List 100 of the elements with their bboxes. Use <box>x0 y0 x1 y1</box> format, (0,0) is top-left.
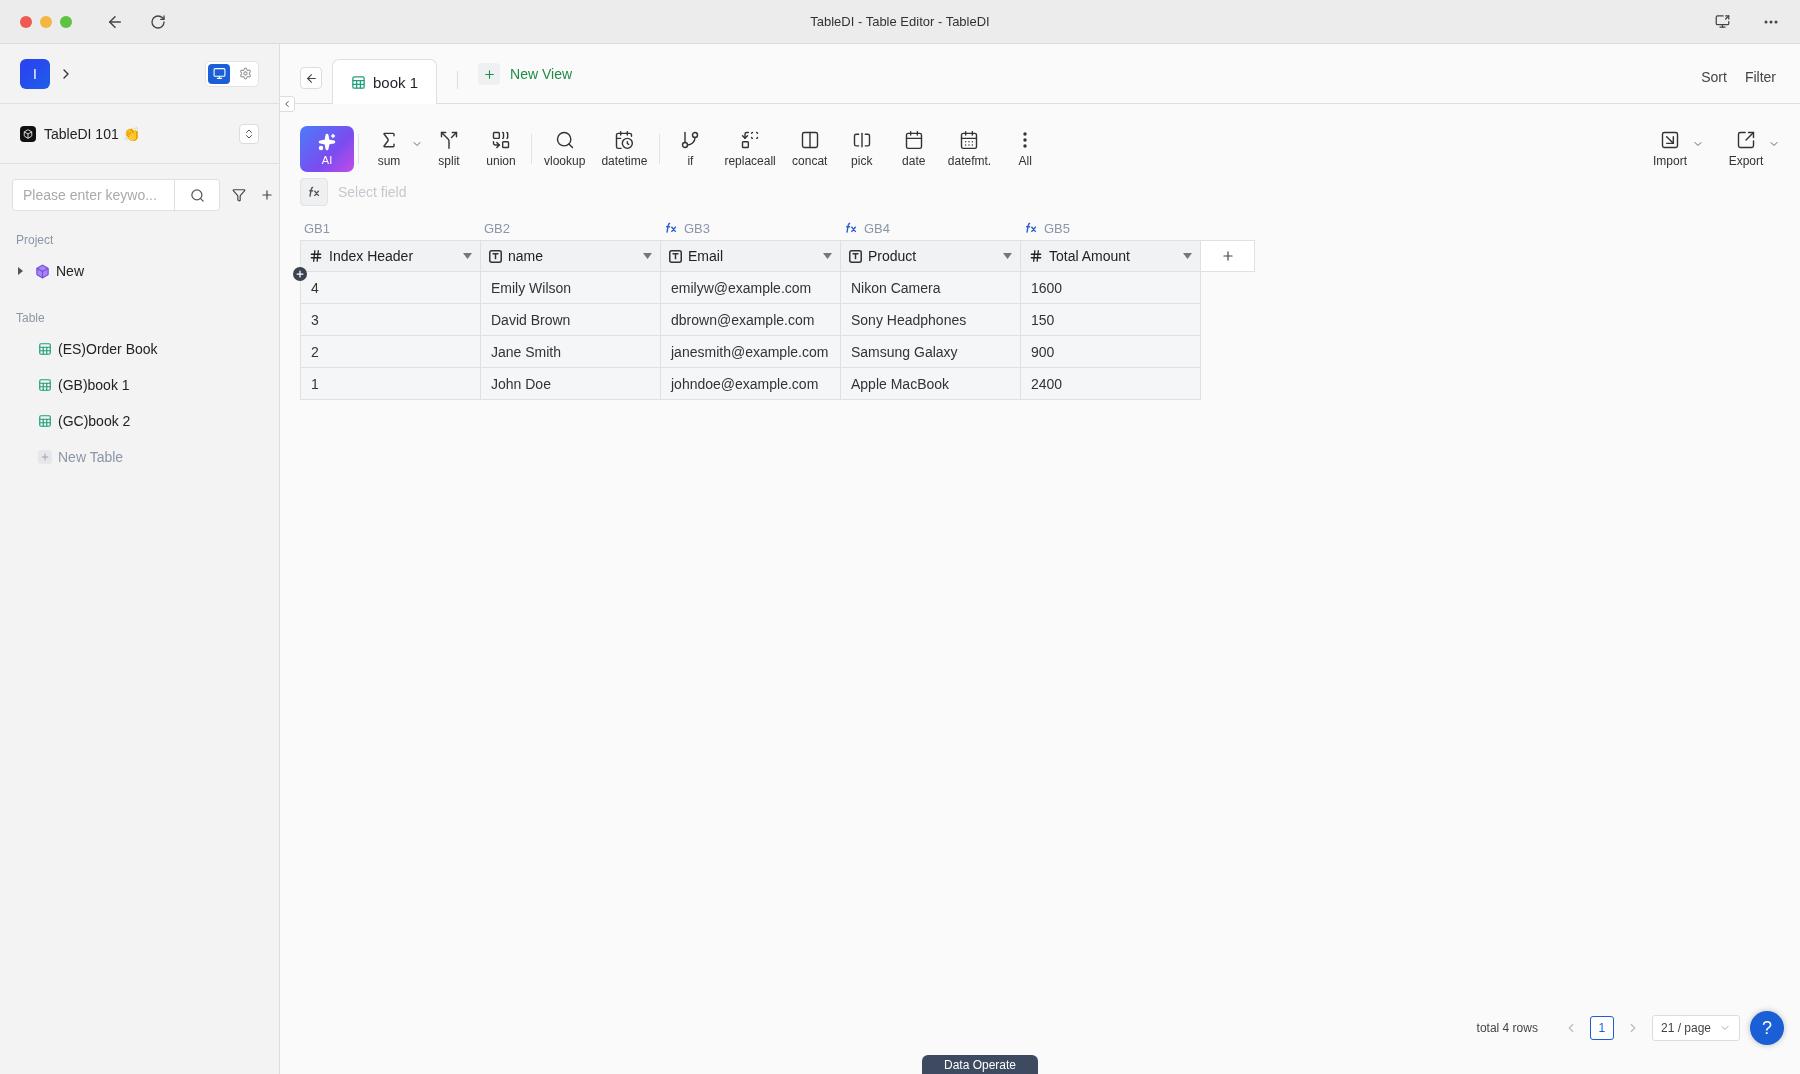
column-code: GB1 <box>304 220 330 236</box>
calendar-clock-icon <box>614 130 635 150</box>
table-cell: Emily Wilson <box>480 271 661 304</box>
monitor-icon <box>212 67 226 80</box>
column-header[interactable]: Total Amount <box>1020 240 1201 272</box>
column-title: Email <box>688 248 723 264</box>
screen-share-button[interactable] <box>1713 12 1732 31</box>
tab[interactable]: book 1 <box>332 59 438 104</box>
tool-button[interactable]: datetime <box>593 130 656 168</box>
back-button[interactable] <box>300 67 322 89</box>
more-icon <box>1764 19 1778 24</box>
tool-button[interactable]: date <box>887 130 940 168</box>
table-cell: Sony Headphones <box>840 303 1021 336</box>
search-field[interactable]: Please enter keywo... <box>13 180 174 210</box>
column-title: Product <box>868 248 917 264</box>
column-code: GB3 <box>684 220 710 236</box>
split-icon <box>439 130 459 150</box>
table-cell: Nikon Camera <box>840 271 1021 304</box>
table-cell: emilyw@example.com <box>660 271 841 304</box>
column-title: name <box>508 248 544 264</box>
project-name: TableDI 101 👏 <box>44 125 140 142</box>
filter-button[interactable] <box>230 186 248 204</box>
dropdown-icon[interactable] <box>643 253 652 259</box>
data-operate-tab[interactable]: Data Operate <box>921 1055 1038 1074</box>
tool-button[interactable]: All <box>999 130 1052 168</box>
table-icon <box>351 74 366 90</box>
new-view-button[interactable]: New View <box>478 63 573 85</box>
column-header[interactable]: Email <box>660 240 841 272</box>
table-cell: 150 <box>1020 303 1201 336</box>
window-title: TableDI - Table Editor - TableDI <box>810 14 990 29</box>
page-size-select[interactable]: 21 / page <box>1651 1015 1740 1041</box>
tool-button[interactable]: datefmt. <box>939 130 1000 168</box>
chevron-left-icon <box>282 99 292 109</box>
import-icon <box>1660 130 1680 150</box>
table-cell: Apple MacBook <box>840 367 1021 400</box>
arrow-left-icon <box>304 71 318 85</box>
settings-icon <box>238 67 252 80</box>
expand-caret-icon[interactable] <box>18 267 23 275</box>
column-header[interactable]: Product <box>840 240 1021 272</box>
dropdown-icon[interactable] <box>1183 253 1192 259</box>
branch-icon <box>680 130 701 150</box>
table-cell: janesmith@example.com <box>660 335 841 368</box>
table-cell: 1 <box>300 367 481 400</box>
page-button[interactable]: 1 <box>1589 1016 1614 1040</box>
table-cell: 4 <box>300 271 481 304</box>
project-switch-button[interactable] <box>239 123 259 144</box>
reload-icon <box>150 13 166 30</box>
import-button[interactable]: Import <box>1644 130 1696 168</box>
cube-icon <box>35 263 50 279</box>
table-cell: John Doe <box>480 367 661 400</box>
workspace-logo[interactable]: I <box>20 58 50 89</box>
column-header[interactable]: name <box>480 240 661 272</box>
screen-icon <box>1715 14 1730 29</box>
dropdown-icon[interactable] <box>1003 253 1012 259</box>
up-down-icon <box>243 127 255 140</box>
table-icon <box>38 378 52 392</box>
tool-button[interactable]: pick <box>835 130 888 168</box>
columns-icon <box>799 130 820 150</box>
table-cell: 900 <box>1020 335 1201 368</box>
row-count: total 4 rows <box>1476 1021 1538 1035</box>
column-title: Index Header <box>329 248 414 264</box>
column-header[interactable]: Index Header <box>300 240 481 272</box>
dropdown-icon[interactable] <box>463 253 472 259</box>
combine-icon <box>491 130 511 150</box>
monitor-button[interactable] <box>208 63 230 84</box>
search-icon <box>554 130 575 150</box>
tool-button[interactable]: sum <box>363 130 415 168</box>
tool-button[interactable]: split <box>423 130 475 168</box>
export-button[interactable]: Export <box>1720 130 1772 168</box>
plus-icon <box>260 188 274 202</box>
add-row-button[interactable] <box>293 267 307 281</box>
column-code: GB2 <box>484 220 510 236</box>
sidebar-item[interactable]: (GB)book 1 <box>58 377 130 393</box>
close-window-button[interactable] <box>20 15 32 28</box>
sidebar-item[interactable]: (ES)Order Book <box>58 341 158 357</box>
sidebar-item[interactable]: New <box>56 263 84 279</box>
table-icon <box>38 414 52 428</box>
search-box[interactable]: Please enter keywo... <box>12 179 220 211</box>
table-cell: Samsung Galaxy <box>840 335 1021 368</box>
collapse-sidebar-button[interactable] <box>279 96 295 112</box>
tool-button[interactable]: concat <box>783 130 836 168</box>
column-code: GB4 <box>864 220 890 236</box>
table-cell: 1600 <box>1020 271 1201 304</box>
section-title: Project <box>15 233 55 247</box>
dropdown-icon[interactable] <box>823 253 832 259</box>
tool-button[interactable]: replaceall <box>716 130 784 168</box>
table-cell: dbrown@example.com <box>660 303 841 336</box>
tool-button[interactable]: union <box>475 130 527 168</box>
calendar-icon <box>903 130 924 150</box>
table-cell: Jane Smith <box>480 335 661 368</box>
sort-button[interactable]: Sort <box>1697 69 1731 85</box>
ai-button[interactable]: AI <box>300 126 354 172</box>
tool-button[interactable]: vlookup <box>536 130 594 168</box>
more-icon <box>1023 132 1028 148</box>
sidebar-item[interactable]: (GC)book 2 <box>58 413 131 429</box>
plus-icon <box>1220 249 1235 263</box>
filter-button[interactable]: Filter <box>1740 69 1780 85</box>
section-title: Table <box>15 311 46 325</box>
tool-button[interactable]: if <box>664 130 717 168</box>
help-button[interactable]: ? <box>1750 1011 1784 1045</box>
